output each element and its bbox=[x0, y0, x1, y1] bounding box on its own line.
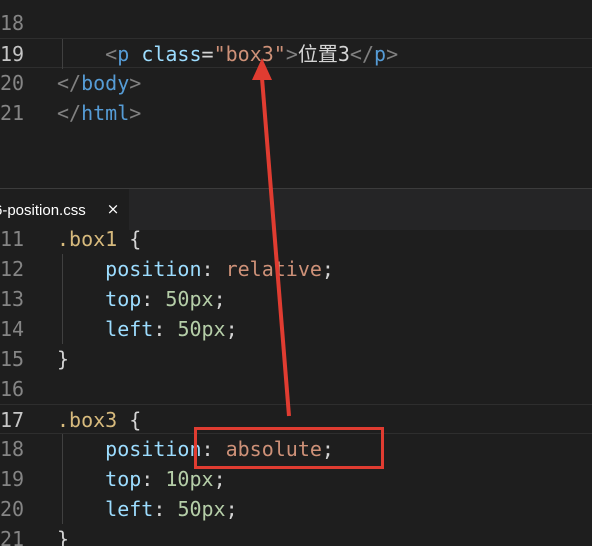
code-line[interactable]: 19 <p class="box3">位置3</p> bbox=[0, 38, 592, 69]
code-text[interactable]: } bbox=[57, 524, 69, 546]
code-token: > bbox=[386, 42, 399, 66]
code-text[interactable]: left: 50px; bbox=[57, 314, 238, 344]
line-number: 20 bbox=[0, 71, 25, 95]
line-number: 18 bbox=[0, 11, 25, 35]
code-token: </ bbox=[57, 101, 82, 125]
code-line[interactable]: 20 </body> bbox=[0, 68, 592, 98]
code-token: < bbox=[105, 42, 118, 66]
code-token: > bbox=[129, 71, 142, 95]
code-text[interactable]: top: 50px; bbox=[57, 284, 226, 314]
red-box-annotation bbox=[194, 427, 384, 469]
code-token: } bbox=[57, 347, 70, 371]
code-token: : bbox=[141, 287, 166, 311]
code-token: left bbox=[105, 497, 154, 521]
code-token: relative bbox=[225, 257, 322, 281]
code-token: { bbox=[117, 230, 142, 251]
line-number: 19 bbox=[0, 467, 25, 491]
code-token: 50px bbox=[177, 317, 226, 341]
line-number: 16 bbox=[0, 377, 25, 401]
line-number: 15 bbox=[0, 347, 25, 371]
code-line[interactable]: 20 left: 50px; bbox=[0, 494, 592, 524]
line-number: 14 bbox=[0, 317, 25, 341]
code-token: ; bbox=[213, 287, 226, 311]
css-editor-pane[interactable]: 11 .box1 {12 position: relative; 13 top: 5… bbox=[0, 230, 592, 546]
code-line[interactable]: 15} bbox=[0, 344, 592, 374]
line-number: 21 bbox=[0, 101, 25, 125]
code-token: = bbox=[201, 42, 214, 66]
code-token: { bbox=[117, 408, 142, 432]
code-token: ; bbox=[225, 317, 238, 341]
code-text[interactable]: position: relative; bbox=[57, 254, 334, 284]
code-line[interactable]: 21} bbox=[0, 524, 592, 546]
line-number: 11 bbox=[0, 230, 25, 251]
line-number: 13 bbox=[0, 287, 25, 311]
code-text[interactable]: .box3 { bbox=[57, 405, 141, 435]
line-number: 12 bbox=[0, 257, 25, 281]
code-line[interactable]: 13 top: 50px; bbox=[0, 284, 592, 314]
close-icon[interactable]: × bbox=[104, 200, 122, 218]
code-line[interactable]: 21 </html> bbox=[0, 98, 592, 128]
code-token: </ bbox=[349, 42, 375, 66]
code-token: </ bbox=[57, 71, 82, 95]
code-token: 10px bbox=[165, 467, 214, 491]
code-line[interactable]: 11 .box1 { bbox=[0, 230, 592, 254]
code-token: position bbox=[105, 437, 202, 461]
line-number: 18 bbox=[0, 437, 25, 461]
code-token: 50px bbox=[165, 287, 214, 311]
code-token: "box3" bbox=[213, 42, 286, 66]
code-token: > bbox=[129, 101, 142, 125]
code-token: p bbox=[374, 42, 387, 66]
code-text[interactable]: </html> bbox=[57, 98, 141, 128]
code-token: top bbox=[105, 287, 142, 311]
code-line[interactable]: 14 left: 50px; bbox=[0, 314, 592, 344]
code-text[interactable]: left: 50px; bbox=[57, 494, 238, 524]
code-token: ; bbox=[225, 497, 238, 521]
code-token: .box1 bbox=[57, 230, 118, 251]
code-token: p bbox=[117, 42, 130, 66]
code-token: top bbox=[105, 467, 142, 491]
tab-label: 6-position.css bbox=[0, 202, 86, 219]
code-token: left bbox=[105, 317, 154, 341]
code-text[interactable]: .box1 { bbox=[57, 230, 141, 254]
html-editor-pane[interactable]: 18 19 <p class="box3">位置3</p> 20 </body> 21 <… bbox=[0, 0, 592, 188]
code-token: class bbox=[141, 42, 202, 66]
code-line[interactable]: 16 bbox=[0, 374, 592, 404]
code-token: : bbox=[153, 497, 178, 521]
code-line[interactable]: 18 bbox=[0, 8, 592, 38]
line-number: 21 bbox=[0, 527, 25, 546]
code-text[interactable]: } bbox=[57, 344, 69, 374]
tab-position-css[interactable]: 6-position.css × bbox=[0, 189, 130, 231]
line-number: 19 bbox=[0, 42, 25, 66]
code-token: : bbox=[153, 317, 178, 341]
code-text[interactable]: <p class="box3">位置3</p> bbox=[57, 39, 398, 69]
code-token: 位置3 bbox=[297, 42, 350, 66]
code-token: ; bbox=[213, 467, 226, 491]
code-token: html bbox=[81, 101, 130, 125]
code-token: } bbox=[57, 527, 70, 546]
line-number: 20 bbox=[0, 497, 25, 521]
code-token: .box3 bbox=[57, 408, 118, 432]
code-token: position bbox=[105, 257, 202, 281]
editor-tab-bar: 6-position.css × bbox=[0, 188, 592, 231]
code-line[interactable]: 12 position: relative; bbox=[0, 254, 592, 284]
line-number: 17 bbox=[0, 408, 25, 432]
code-text[interactable]: </body> bbox=[57, 68, 141, 98]
code-token: > bbox=[285, 42, 298, 66]
code-token: 50px bbox=[177, 497, 226, 521]
code-token: : bbox=[141, 467, 166, 491]
code-token: ; bbox=[321, 257, 334, 281]
code-token: body bbox=[81, 71, 130, 95]
code-token: : bbox=[201, 257, 226, 281]
